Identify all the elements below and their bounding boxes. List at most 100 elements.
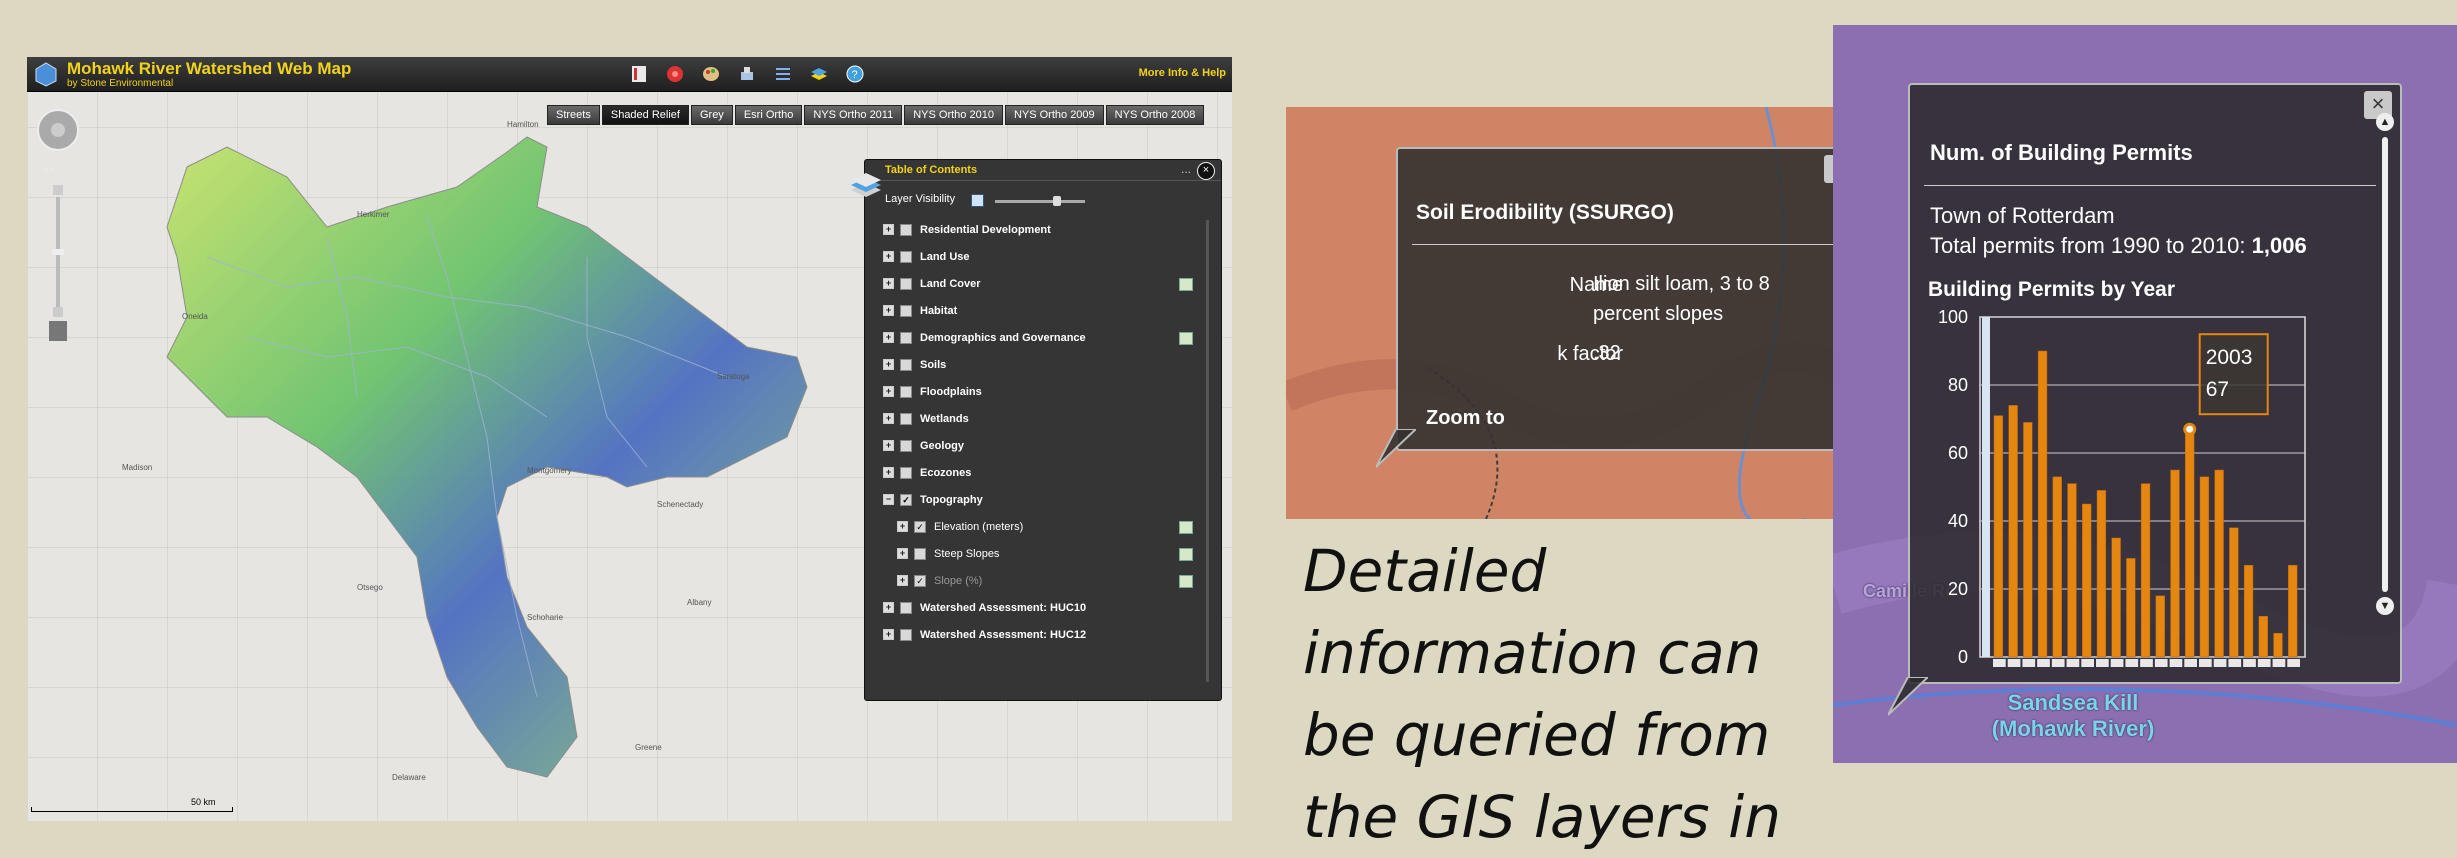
stop-icon[interactable] [663, 62, 687, 86]
basemap-nys-ortho-2009[interactable]: NYS Ortho 2009 [1004, 105, 1104, 125]
layer-label[interactable]: Topography [920, 494, 983, 506]
bar-1999[interactable] [2126, 558, 2136, 658]
layer-checkbox[interactable] [900, 358, 912, 371]
expand-toggle-icon[interactable]: + [883, 602, 894, 613]
more-info-link[interactable]: More Info & Help [1139, 67, 1226, 79]
layer-label[interactable]: Floodplains [920, 386, 982, 398]
visibility-toggle-icon[interactable] [971, 194, 984, 207]
bar-1990[interactable] [1993, 415, 2004, 658]
basemap-grey[interactable]: Grey [690, 105, 733, 125]
expand-toggle-icon[interactable]: + [883, 224, 894, 235]
popup-scrollbar[interactable] [2382, 137, 2388, 592]
layer-checkbox[interactable] [900, 223, 912, 236]
layer-label[interactable]: Wetlands [920, 413, 969, 425]
expand-toggle-icon[interactable]: + [883, 629, 894, 640]
bar-2010[interactable] [2288, 564, 2298, 658]
layer-label[interactable]: Steep Slopes [934, 548, 999, 560]
zoom-slider-knob[interactable] [52, 249, 64, 255]
scroll-up-button[interactable]: ▲ [2376, 113, 2394, 131]
layer-checkbox[interactable] [900, 628, 912, 641]
bar-2001[interactable] [2155, 595, 2165, 658]
basemap-nys-ortho-2008[interactable]: NYS Ortho 2008 [1105, 105, 1205, 125]
expand-toggle-icon[interactable]: + [883, 386, 894, 397]
basemap-nys-ortho-2011[interactable]: NYS Ortho 2011 [804, 105, 903, 125]
expand-toggle-icon[interactable]: + [883, 305, 894, 316]
zoom-in-button[interactable] [53, 185, 63, 195]
tools-icon[interactable] [735, 62, 759, 86]
layer-label[interactable]: Geology [920, 440, 964, 452]
previous-extent-icon[interactable]: ‹ › [45, 164, 54, 175]
bar-2005[interactable] [2214, 469, 2224, 658]
layer-label[interactable]: Land Cover [920, 278, 981, 290]
layer-label[interactable]: Elevation (meters) [934, 521, 1023, 533]
bar-1996[interactable] [2082, 503, 2092, 658]
basemap-shaded-relief[interactable]: Shaded Relief [601, 105, 689, 125]
layer-label[interactable]: Land Use [920, 251, 970, 263]
bar-2006[interactable] [2229, 527, 2239, 658]
layer-checkbox[interactable] [900, 277, 912, 290]
expand-toggle-icon[interactable]: + [883, 440, 894, 451]
bar-2004[interactable] [2199, 476, 2210, 658]
expand-toggle-icon[interactable]: + [897, 521, 908, 532]
basemap-streets[interactable]: Streets [547, 105, 600, 125]
expand-toggle-icon[interactable]: − [883, 494, 894, 505]
layer-checkbox[interactable]: ✓ [914, 574, 926, 587]
palette-icon[interactable] [699, 62, 723, 86]
highlight-marker[interactable] [2183, 422, 2197, 436]
bar-2009[interactable] [2273, 632, 2283, 658]
bar-2003[interactable] [2185, 428, 2195, 658]
expand-toggle-icon[interactable]: + [883, 467, 894, 478]
expand-toggle-icon[interactable]: + [897, 575, 908, 586]
bar-2008[interactable] [2258, 615, 2268, 658]
layer-label[interactable]: Watershed Assessment: HUC12 [920, 629, 1086, 641]
legend-icon[interactable] [1179, 575, 1193, 588]
scroll-down-button[interactable]: ▼ [2376, 597, 2394, 615]
layer-label[interactable]: Soils [920, 359, 946, 371]
expand-toggle-icon[interactable]: + [883, 413, 894, 424]
legend-icon[interactable] [1179, 521, 1193, 534]
layer-checkbox[interactable] [900, 439, 912, 452]
bar-2007[interactable] [2243, 564, 2254, 658]
toc-scrollbar[interactable] [1206, 220, 1209, 682]
layer-checkbox[interactable] [900, 466, 912, 479]
slider-knob[interactable] [1053, 196, 1061, 206]
bar-1994[interactable] [2052, 476, 2062, 658]
bar-1991[interactable] [2008, 405, 2018, 658]
layer-label[interactable]: Watershed Assessment: HUC10 [920, 602, 1086, 614]
toc-close-button[interactable]: × [1197, 162, 1215, 180]
layers-icon[interactable] [807, 62, 831, 86]
expand-toggle-icon[interactable]: + [883, 359, 894, 370]
layer-label[interactable]: Slope (%) [934, 575, 982, 587]
layer-label[interactable]: Habitat [920, 305, 957, 317]
list-icon[interactable] [771, 62, 795, 86]
expand-toggle-icon[interactable]: + [883, 332, 894, 343]
layer-checkbox[interactable] [900, 412, 912, 425]
layer-checkbox[interactable]: ✓ [914, 520, 926, 533]
layer-label[interactable]: Demographics and Governance [920, 332, 1086, 344]
layer-label[interactable]: Ecozones [920, 467, 971, 479]
layer-checkbox[interactable] [900, 331, 912, 344]
layer-checkbox[interactable] [914, 547, 926, 560]
layer-checkbox[interactable] [900, 304, 912, 317]
layer-checkbox[interactable]: ✓ [900, 493, 912, 506]
bar-1997[interactable] [2096, 490, 2107, 658]
bookmarks-icon[interactable] [627, 62, 651, 86]
bar-2000[interactable] [2140, 483, 2151, 658]
toc-minimize-button[interactable]: ... [1181, 162, 1191, 176]
layer-label[interactable]: Residential Development [920, 224, 1051, 236]
legend-icon[interactable] [1179, 332, 1193, 345]
expand-toggle-icon[interactable]: + [883, 251, 894, 262]
bar-1992[interactable] [2023, 422, 2033, 658]
extent-tools[interactable] [49, 321, 67, 341]
bar-1998[interactable] [2111, 537, 2121, 658]
layer-checkbox[interactable] [900, 385, 912, 398]
bar-2002[interactable] [2170, 469, 2180, 658]
zoom-out-button[interactable] [53, 307, 63, 317]
layer-visibility-slider[interactable] [995, 196, 1085, 206]
legend-icon[interactable] [1179, 548, 1193, 561]
bar-1995[interactable] [2067, 483, 2077, 658]
expand-toggle-icon[interactable]: + [883, 278, 894, 289]
building-permits-chart[interactable]: 0 20 40 60 80 100 2003 67 [1925, 307, 2325, 677]
layer-checkbox[interactable] [900, 601, 912, 614]
bar-1993[interactable] [2037, 350, 2048, 658]
